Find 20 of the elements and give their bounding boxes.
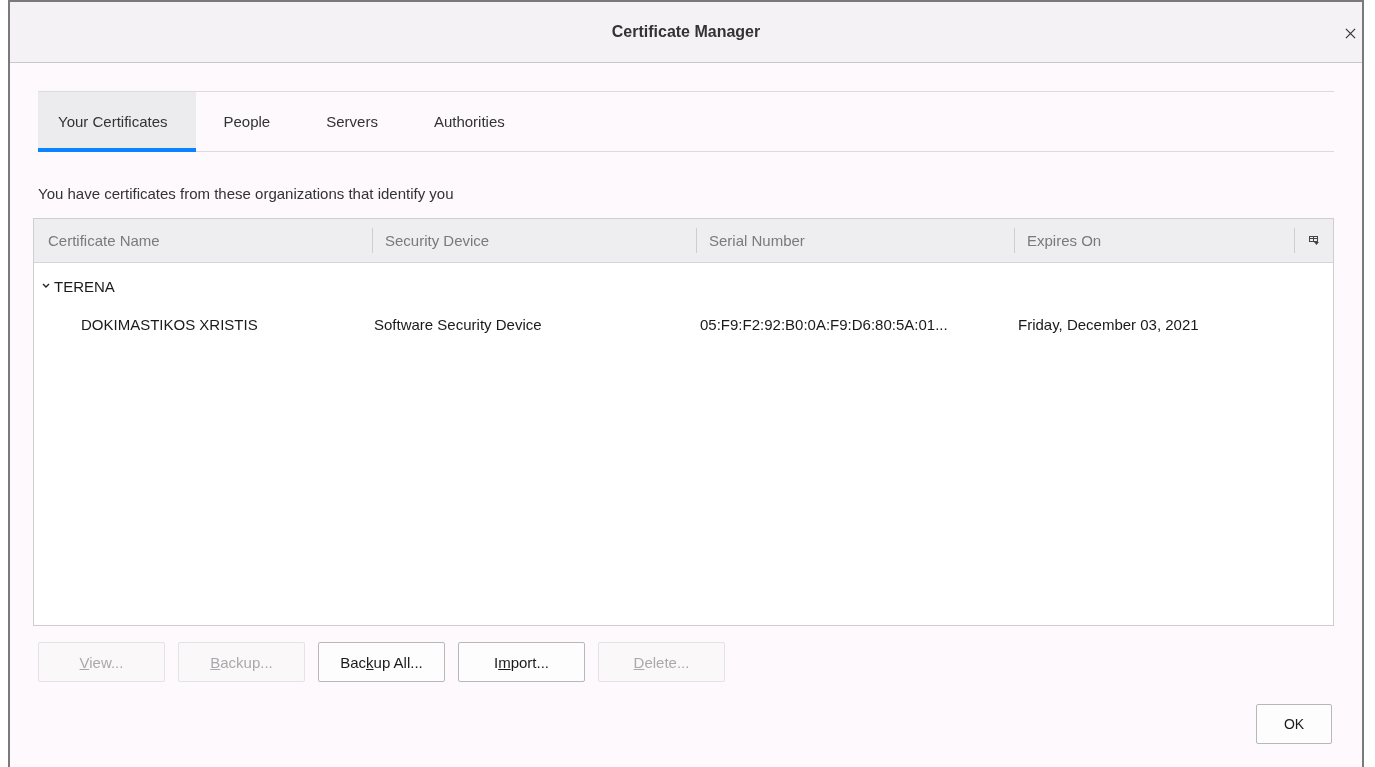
tab[interactable]: Your Certificates [38, 92, 196, 152]
close-icon[interactable] [1345, 28, 1356, 39]
description-text: You have certificates from these organizations that identify you [38, 185, 455, 202]
column-header[interactable]: Security Device [373, 228, 697, 253]
tree-group-label[interactable]: TERENA [54, 277, 115, 295]
table-cell-text: Friday, December 03, 2021 [1018, 316, 1200, 335]
window-title: Certificate Manager [611, 23, 761, 41]
table-cell-text: 05:F9:F2:92:B0:0A:F9:D6:80:5A:01... [699, 316, 949, 335]
column-header[interactable]: Serial Number [697, 228, 1015, 253]
column-header[interactable]: Expires On [1015, 228, 1295, 253]
action-button[interactable]: Backup All... [318, 642, 445, 682]
table-cell-text: Software Security Device [373, 316, 543, 335]
tab[interactable]: People [195, 92, 299, 152]
tab[interactable]: Servers [298, 92, 406, 152]
ok-button[interactable]: OK [1256, 704, 1332, 744]
tab[interactable]: Authorities [405, 92, 533, 152]
table-cell-text: DOKIMASTIKOS XRISTIS [80, 316, 259, 335]
chevron-icon[interactable] [42, 283, 50, 289]
column-header[interactable]: Certificate Name [34, 228, 373, 253]
action-button[interactable]: Import... [458, 642, 585, 682]
